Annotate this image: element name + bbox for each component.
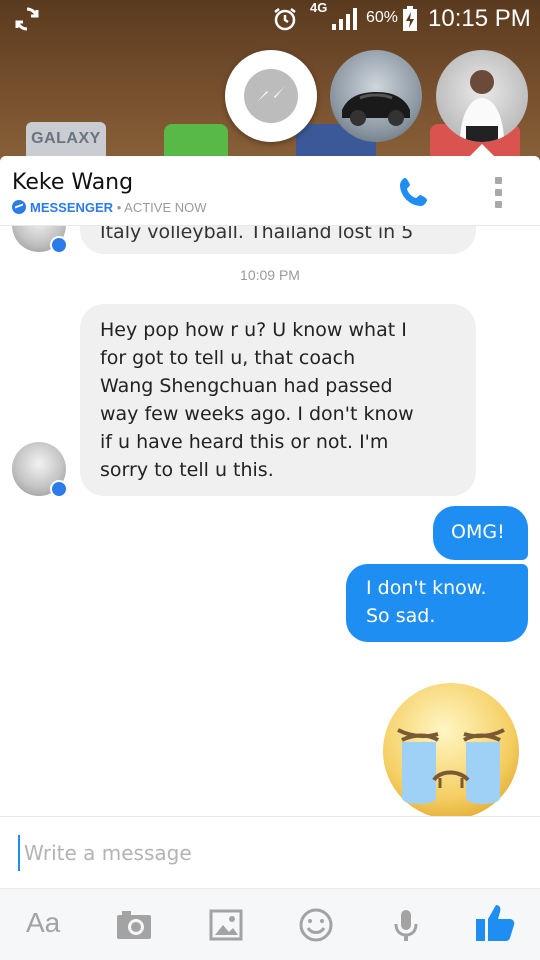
crying-face-sticker[interactable] (380, 680, 522, 816)
messenger-label: MESSENGER (30, 200, 114, 215)
messenger-small-icon (12, 200, 26, 214)
dot-icon (494, 189, 502, 196)
composer-toolbar: Aa (0, 888, 540, 960)
message-line: for got to tell u, that coach (100, 347, 356, 369)
message-line: Wang Shengchuan had passed (100, 375, 393, 397)
messenger-badge-icon (50, 480, 68, 498)
camera-icon[interactable] (114, 905, 154, 945)
outgoing-message[interactable]: I don't know. So sad. (346, 564, 528, 642)
outgoing-message[interactable]: OMG! (433, 506, 528, 560)
text-style-button[interactable]: Aa (26, 907, 66, 947)
dot-icon (494, 177, 502, 184)
car-image (342, 92, 410, 126)
incoming-message[interactable]: Hey pop how r u? U know what I for got t… (80, 304, 476, 496)
contact-name[interactable]: Keke Wang (12, 170, 133, 195)
message-timestamp: 10:09 PM (240, 267, 300, 283)
messenger-badge-icon (50, 236, 68, 254)
alarm-icon (274, 8, 296, 31)
message-line: I don't know. (366, 577, 487, 599)
contact-avatar[interactable] (12, 442, 68, 498)
gallery-icon[interactable] (206, 905, 246, 945)
car-avatar-chathead[interactable] (330, 50, 422, 142)
contact-avatar[interactable] (12, 226, 68, 254)
presence-line: MESSENGER • ACTIVE NOW (12, 200, 207, 215)
chat-header: Keke Wang MESSENGER • ACTIVE NOW (0, 156, 540, 226)
message-input[interactable] (18, 835, 518, 871)
more-options-button[interactable] (488, 174, 508, 210)
battery-percent: 60% (366, 9, 399, 26)
status-bar: 4G 60% 10:15 PM (0, 0, 540, 38)
emoji-icon[interactable] (296, 905, 336, 945)
clock: 10:15 PM (428, 5, 531, 32)
separator-dot: • (116, 200, 122, 215)
chat-window: Keke Wang MESSENGER • ACTIVE NOW Italy v… (0, 156, 540, 960)
microphone-icon[interactable] (386, 905, 426, 945)
message-text: OMG! (451, 521, 505, 543)
sync-icon (15, 7, 39, 31)
message-line: So sad. (366, 605, 436, 627)
messenger-icon (244, 69, 298, 123)
battery-charging-icon (403, 6, 417, 31)
message-line: way few weeks ago. I don't know (100, 403, 414, 425)
incoming-message[interactable]: Italy volleyball. Thailand lost in 5 (80, 226, 476, 254)
message-list[interactable]: Italy volleyball. Thailand lost in 5 10:… (0, 226, 540, 816)
call-button[interactable] (396, 174, 432, 210)
message-text: Italy volleyball. Thailand lost in 5 (100, 226, 414, 243)
dot-icon (494, 201, 502, 208)
messenger-chathead[interactable] (225, 50, 317, 142)
person-image (460, 70, 504, 142)
keke-wang-chathead[interactable] (436, 50, 528, 142)
network-type: 4G (310, 0, 328, 15)
signal-icon (332, 8, 357, 30)
active-status: ACTIVE NOW (124, 200, 207, 215)
message-line: if u have heard this or not. I'm (100, 431, 389, 453)
like-thumb-icon[interactable] (474, 901, 518, 945)
message-line: Hey pop how r u? U know what I (100, 319, 407, 341)
chathead-pointer (470, 144, 494, 156)
composer (0, 816, 540, 888)
message-line: sorry to tell u this. (100, 459, 274, 481)
